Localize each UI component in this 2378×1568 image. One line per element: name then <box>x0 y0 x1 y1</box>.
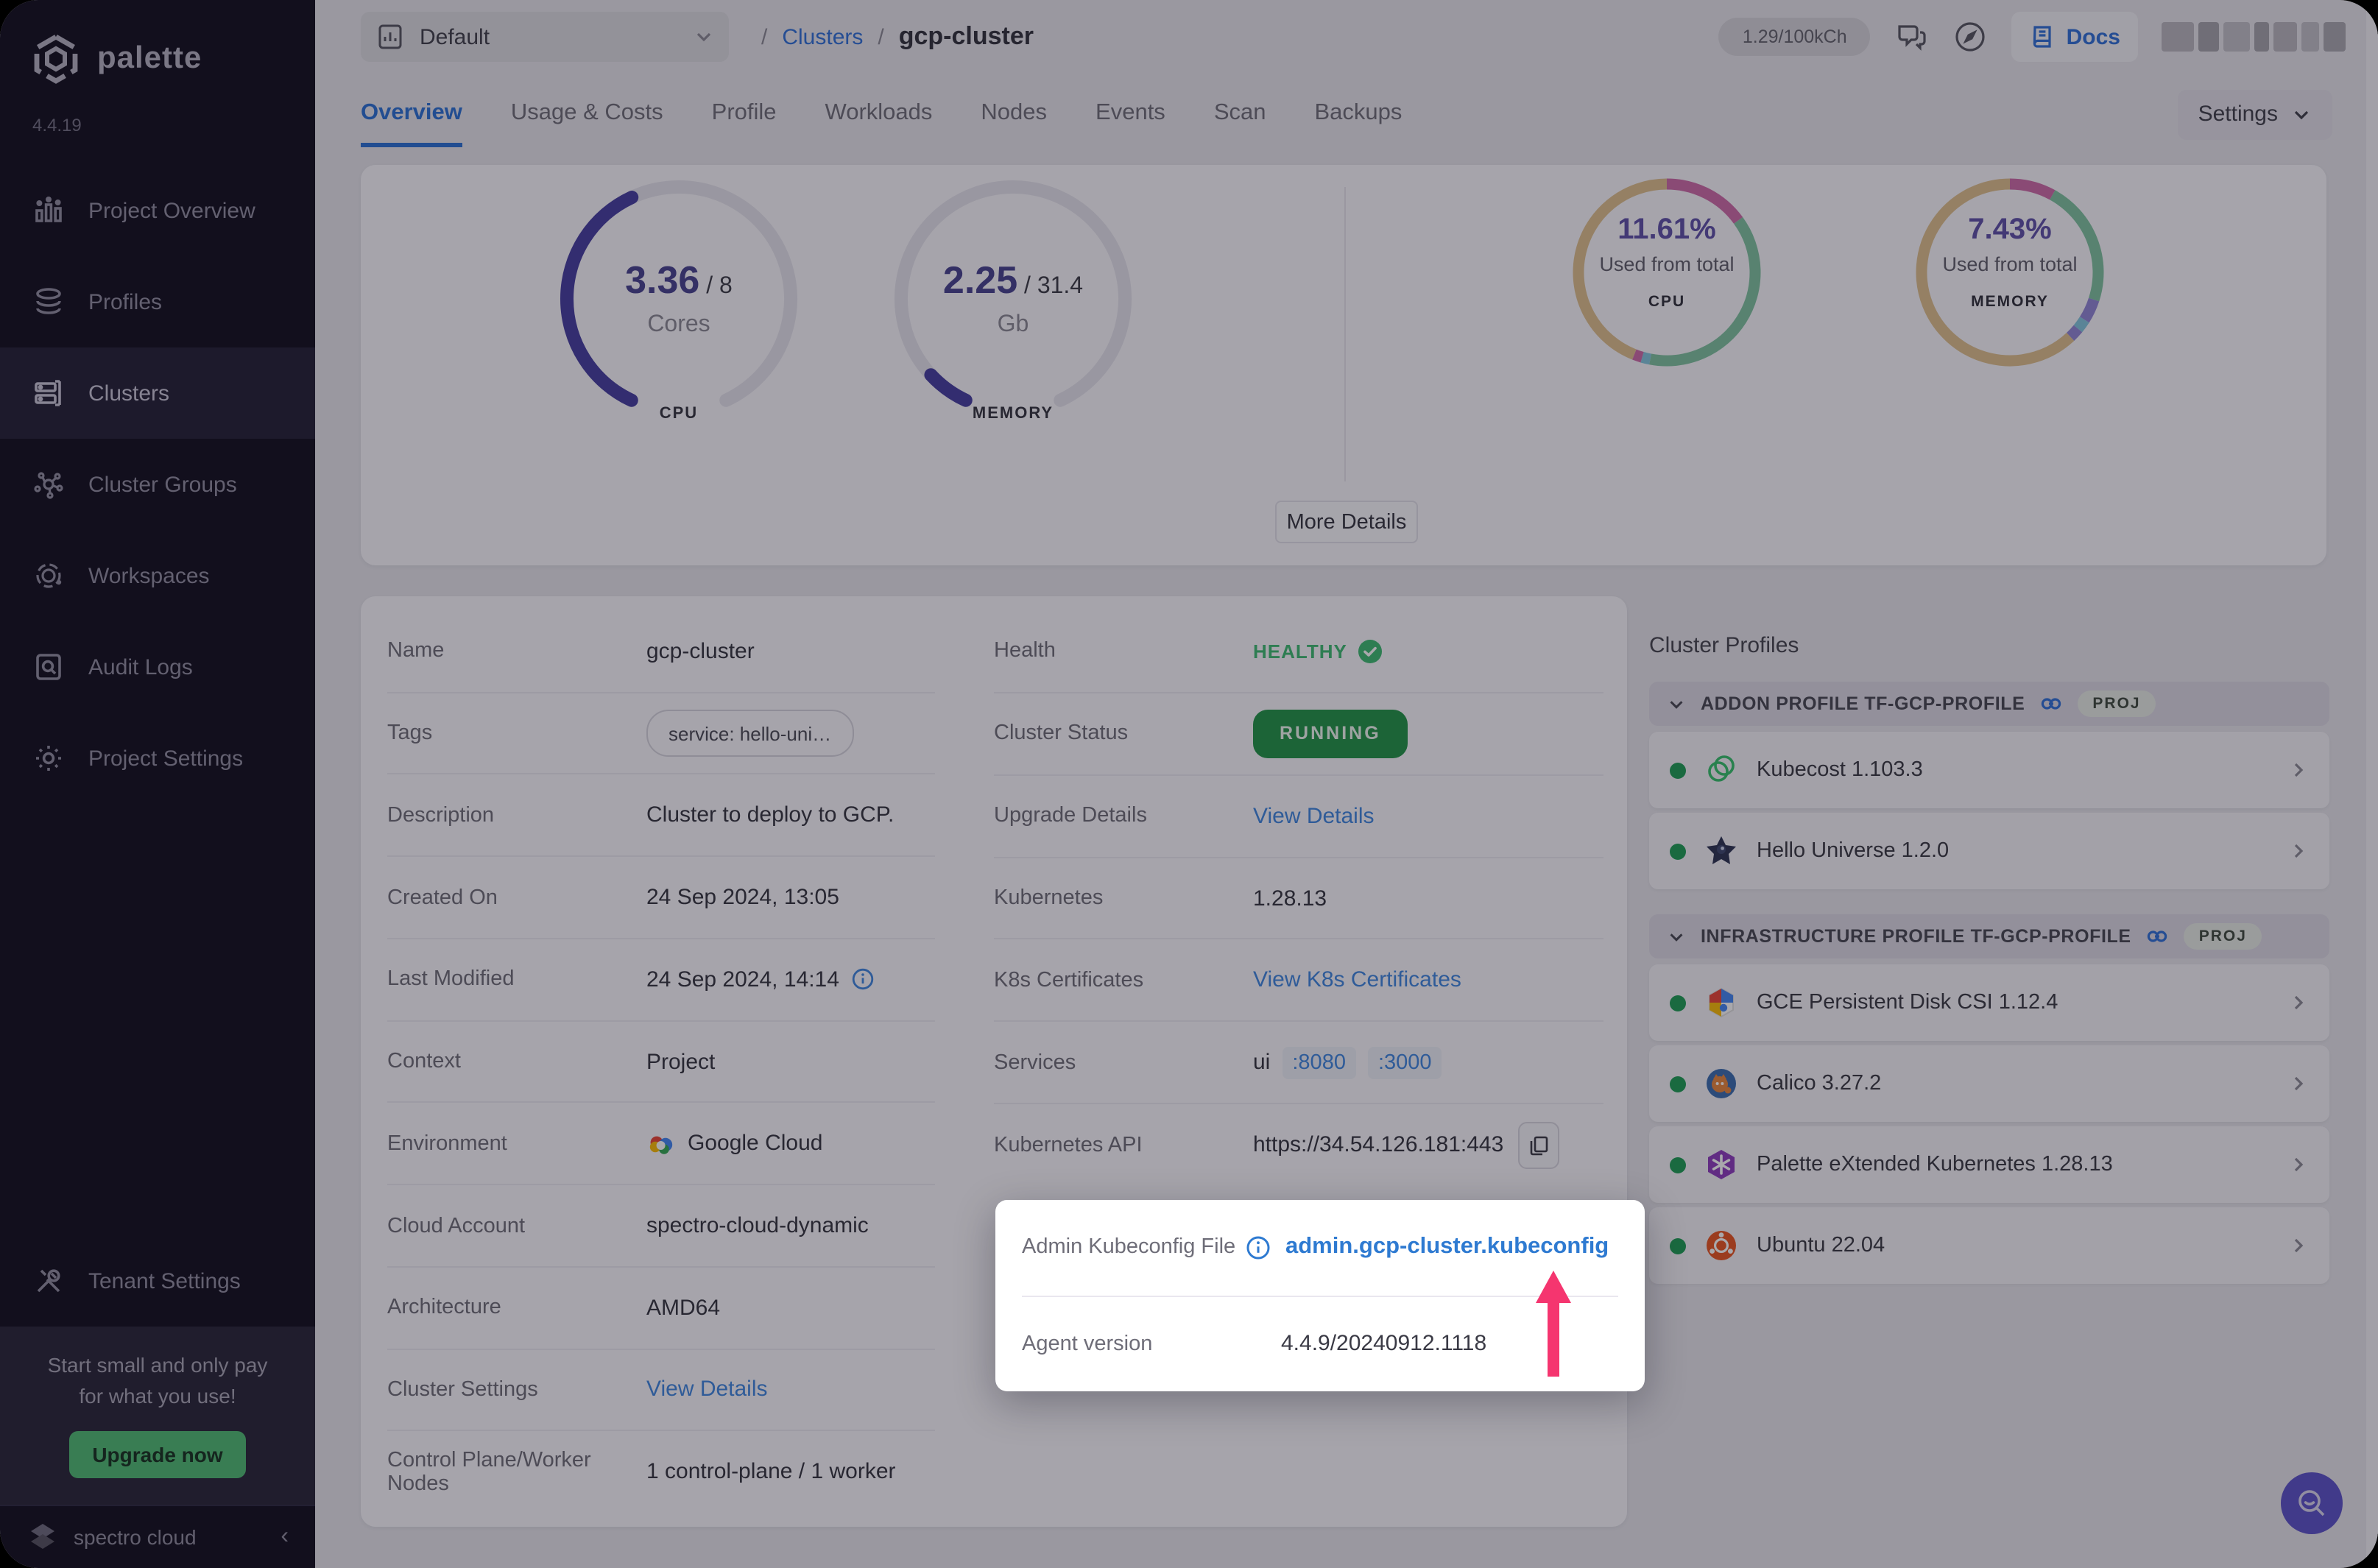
field-label: Admin Kubeconfig File <box>1022 1236 1255 1260</box>
pink-arrow-annotation <box>1536 1271 1571 1377</box>
admin-kubeconfig-download-link[interactable]: admin.gcp-cluster.kubeconfig <box>1285 1235 1609 1261</box>
info-icon[interactable] <box>1246 1235 1271 1260</box>
detail-row-admin-kubeconfig: Admin Kubeconfig File admin.gcp-cluster.… <box>1022 1200 1618 1296</box>
screen: palette 4.4.19 Project Overview Profiles… <box>0 0 2378 1568</box>
field-label: Agent version <box>1022 1332 1255 1356</box>
app-window: palette 4.4.19 Project Overview Profiles… <box>0 0 2378 1568</box>
detail-row-agent-version: Agent version 4.4.9/20240912.1118 <box>1022 1296 1618 1391</box>
kubeconfig-spotlight-card: Admin Kubeconfig File admin.gcp-cluster.… <box>995 1200 1645 1391</box>
field-value: 4.4.9/20240912.1118 <box>1281 1332 1486 1357</box>
